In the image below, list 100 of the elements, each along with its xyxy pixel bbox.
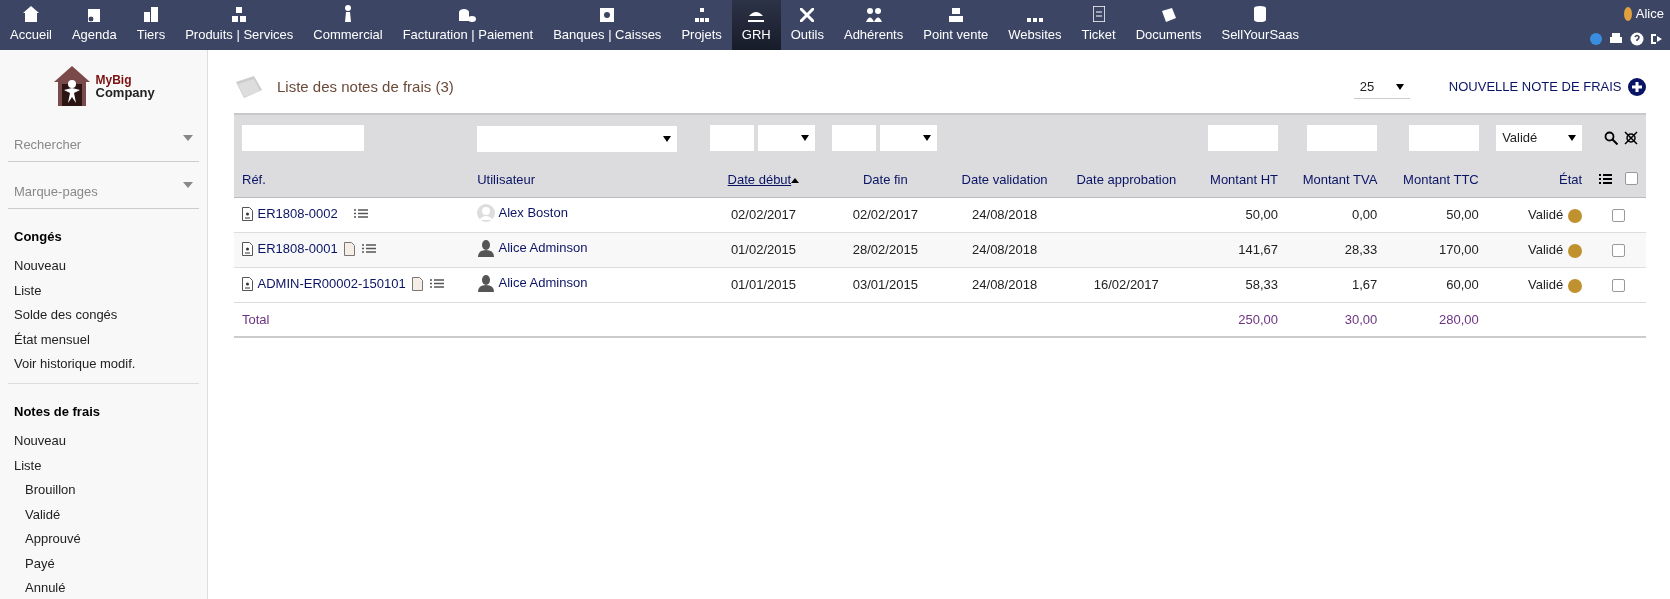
- filter-field[interactable]: [710, 125, 755, 151]
- document-icon[interactable]: [242, 241, 253, 256]
- menu-tab[interactable]: Produits | Services: [175, 0, 304, 50]
- menu-tab[interactable]: Tiers: [126, 0, 176, 50]
- table-cell: 03/01/2015: [852, 277, 918, 293]
- reference-link[interactable]: ADMIN-ER00002-150101: [257, 273, 406, 294]
- row-checkbox[interactable]: [1611, 244, 1625, 258]
- caret-icon: [663, 135, 672, 142]
- menu-tab[interactable]: Adhérents: [833, 0, 914, 50]
- search-icon[interactable]: [1603, 131, 1618, 145]
- sort-up-icon[interactable]: [791, 177, 800, 183]
- sidebar-item[interactable]: Voir historique modif.: [14, 354, 193, 374]
- logo-text: MyBig: [95, 73, 132, 86]
- sidebar-item[interactable]: Payé: [14, 553, 193, 573]
- file-icon[interactable]: [344, 241, 356, 256]
- menu-tab[interactable]: Ticket: [1071, 0, 1126, 50]
- filter-select[interactable]: Validé: [1496, 125, 1583, 151]
- boxes-icon: [232, 6, 247, 22]
- logout-icon[interactable]: [1650, 31, 1664, 46]
- column-header[interactable]: Date fin: [862, 171, 908, 187]
- caret-icon: [1395, 83, 1404, 90]
- globe-icon[interactable]: [1588, 31, 1603, 46]
- filter-field[interactable]: [1208, 125, 1278, 151]
- table-cell: 28,33: [1344, 242, 1378, 258]
- list-icon[interactable]: [353, 209, 368, 219]
- table-cell: 0,00: [1352, 207, 1378, 223]
- menu-tab[interactable]: Commercial: [303, 0, 393, 50]
- sidebar-item[interactable]: Liste: [14, 455, 193, 475]
- page-title: Liste des notes de frais (3): [277, 76, 454, 97]
- menu-tab[interactable]: Accueil: [0, 0, 62, 50]
- menu-tab[interactable]: Banques | Caisses: [543, 0, 672, 50]
- menu-tab[interactable]: Facturation | Paiement: [392, 0, 544, 50]
- file-icon[interactable]: [412, 276, 424, 291]
- sidebar-item[interactable]: Solde des congés: [14, 305, 193, 325]
- buildings-icon: [143, 6, 158, 22]
- menu-tab[interactable]: Documents: [1125, 0, 1212, 50]
- column-list-icon[interactable]: [1598, 173, 1612, 184]
- list-icon[interactable]: [429, 279, 444, 289]
- filter-field[interactable]: [832, 125, 877, 151]
- row-checkbox[interactable]: [1611, 279, 1625, 293]
- menu-tab[interactable]: GRH: [731, 0, 781, 50]
- table-cell: 141,67: [1238, 242, 1278, 258]
- table-cell: 16/02/2017: [1093, 277, 1159, 293]
- sidebar-item[interactable]: Brouillon: [14, 480, 193, 500]
- filter-field[interactable]: [1307, 125, 1378, 151]
- user-name[interactable]: Alice: [1635, 4, 1664, 24]
- document-icon[interactable]: [242, 206, 253, 221]
- database-icon: [1254, 5, 1267, 22]
- print-icon[interactable]: [1609, 31, 1623, 46]
- hierarchy-icon: [694, 7, 709, 22]
- menu-tab[interactable]: SellYourSaas: [1211, 0, 1310, 50]
- row-checkbox[interactable]: [1611, 209, 1625, 223]
- caret-icon: [922, 135, 931, 141]
- sidebar-item[interactable]: Validé: [14, 504, 193, 524]
- menu-tab[interactable]: Websites: [998, 0, 1072, 50]
- sidebar-item[interactable]: Approuvé: [14, 529, 193, 549]
- sidebar-item[interactable]: Nouveau: [14, 256, 193, 276]
- table-cell: 50,00: [1446, 207, 1479, 223]
- ticket-icon: [1092, 5, 1105, 22]
- help-icon[interactable]: [1629, 31, 1644, 46]
- menu-tab[interactable]: Outils: [780, 0, 834, 50]
- table-cell: 01/01/2015: [730, 277, 796, 293]
- sidebar-item[interactable]: Liste: [14, 280, 193, 300]
- user-link[interactable]: Alex Boston: [498, 202, 568, 223]
- document-icon[interactable]: [242, 276, 253, 291]
- status-text: Validé: [1527, 242, 1564, 258]
- table-cell: 170,00: [1438, 242, 1479, 258]
- filter-field[interactable]: [242, 125, 364, 151]
- filter-field[interactable]: [1408, 125, 1479, 151]
- total-amount: 30,00: [1344, 311, 1378, 327]
- reference-link[interactable]: ER1808-0002: [257, 203, 338, 224]
- table-cell: 24/08/2018: [972, 277, 1038, 293]
- caret-icon: [1568, 135, 1577, 141]
- column-header[interactable]: État: [1559, 171, 1583, 187]
- menu-tab[interactable]: Projets: [671, 0, 732, 50]
- sidebar-item[interactable]: État mensuel: [14, 329, 193, 349]
- caret-icon: [183, 182, 193, 188]
- sidebar-item[interactable]: Annulé: [14, 578, 193, 598]
- page-size-select[interactable]: 25: [1353, 74, 1410, 100]
- table-cell: 1,67: [1352, 277, 1378, 293]
- section-title: Notes de frais: [14, 402, 101, 421]
- select-all-checkbox[interactable]: [1624, 172, 1638, 185]
- total-amount: 280,00: [1438, 311, 1479, 327]
- total-amount: 250,00: [1238, 311, 1278, 327]
- table-cell: 24/08/2018: [972, 242, 1038, 258]
- table-cell: 50,00: [1245, 207, 1278, 223]
- table-cell: 02/02/2017: [852, 207, 918, 223]
- total-label: Total: [242, 311, 270, 327]
- column-header[interactable]: Utilisateur: [477, 171, 536, 187]
- list-icon[interactable]: [361, 244, 376, 254]
- clear-filter-icon[interactable]: [1624, 131, 1638, 145]
- new-expense-report-link[interactable]: NOUVELLE NOTE DE FRAIS: [1448, 77, 1646, 97]
- menu-tab[interactable]: Point vente: [913, 0, 999, 50]
- section-title: Congés: [14, 227, 63, 246]
- user-link[interactable]: Alice Adminson: [498, 272, 588, 293]
- column-header[interactable]: Réf.: [242, 171, 266, 187]
- menu-tab[interactable]: Agenda: [61, 0, 127, 50]
- sidebar-item[interactable]: Nouveau: [14, 431, 193, 451]
- table-cell: 58,33: [1245, 277, 1278, 293]
- safe-icon: [600, 7, 615, 22]
